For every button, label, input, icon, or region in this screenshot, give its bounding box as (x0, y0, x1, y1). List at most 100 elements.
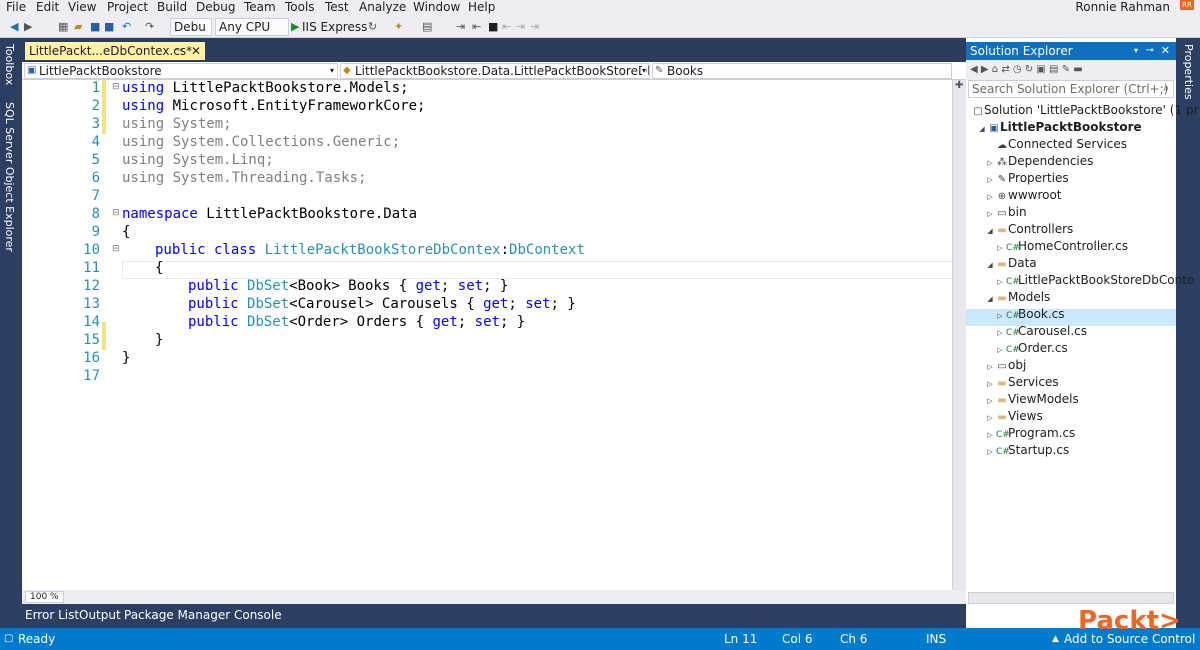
forward-icon[interactable]: ▶ (24, 19, 32, 35)
code-line[interactable]: using LittlePacktBookstore.Models; (122, 80, 409, 96)
document-tab[interactable]: LittlePackt...eDbContex.cs* ⊸ ✕ (25, 42, 205, 60)
bookmark-icon[interactable]: ■ (488, 19, 498, 35)
menu-build[interactable]: Build (157, 0, 187, 16)
home-icon[interactable]: ⌂ (992, 64, 998, 75)
properties-tab[interactable]: Properties (1182, 44, 1195, 100)
pin-icon[interactable]: ⊸ (175, 42, 183, 60)
collapse-icon[interactable]: ⊟ (112, 208, 120, 218)
forward-icon[interactable]: ▶ (981, 64, 989, 75)
menu-edit[interactable]: Edit (36, 0, 59, 16)
platform-select[interactable]: Any CPU (215, 18, 289, 36)
tree-item-book[interactable]: ▷ C#Book.cs (994, 306, 1064, 323)
code-line[interactable]: { (122, 224, 130, 240)
save-all-icon[interactable]: ■ (104, 19, 114, 35)
menu-analyze[interactable]: Analyze (359, 0, 406, 16)
tree-item-viewmodels[interactable]: ▷ ▬ViewModels (984, 391, 1078, 408)
tree-item-obj[interactable]: ▷ ▭obj (984, 357, 1026, 374)
sync-icon[interactable]: ⇄ (1001, 64, 1009, 75)
configuration-select[interactable]: Debu (170, 18, 212, 36)
tree-item-connected-services[interactable]: ☁Connected Services (996, 136, 1127, 153)
code-line[interactable]: public DbSet<Book> Books { get; set; } (188, 278, 508, 294)
member-dropdown[interactable]: ✎ Books (652, 63, 952, 79)
pin-icon[interactable]: ⊸ (1146, 42, 1154, 60)
tree-item-order[interactable]: ▷ C#Order.cs (994, 340, 1067, 357)
menu-test[interactable]: Test (325, 0, 349, 16)
type-dropdown[interactable]: ◆ LittlePacktBookstore.Data.LittlePacktB… (340, 63, 650, 79)
menu-project[interactable]: Project (107, 0, 148, 16)
code-line[interactable]: public class LittlePacktBookStoreDbConte… (155, 242, 585, 258)
code-line[interactable]: using Microsoft.EntityFrameworkCore; (122, 98, 425, 114)
wrench-icon[interactable]: ✎ (1062, 64, 1070, 75)
code-line[interactable]: using System.Threading.Tasks; (122, 170, 366, 186)
sql-server-object-explorer-tab[interactable]: SQL Server Object Explorer (3, 102, 16, 252)
toolbox-tab[interactable]: Toolbox (3, 44, 16, 85)
tree-item-carousel[interactable]: ▷ C#Carousel.cs (994, 323, 1087, 340)
project-dropdown[interactable]: ▣ LittlePacktBookstore ▾ (24, 63, 338, 79)
close-icon[interactable]: ✕ (1161, 42, 1170, 60)
code-line[interactable]: using System.Collections.Generic; (122, 134, 400, 150)
show-all-files-icon[interactable]: ▤ (1049, 64, 1058, 75)
back-icon[interactable]: ◀ (970, 64, 978, 75)
split-icon[interactable]: ✚ (955, 80, 963, 91)
code-line[interactable]: public DbSet<Order> Orders { get; set; } (188, 314, 525, 330)
run-icon[interactable]: ▶ (291, 19, 299, 35)
history-icon[interactable]: ◷ (1013, 64, 1022, 75)
open-folder-icon[interactable]: ▰ (74, 19, 82, 35)
solution-explorer-search-input[interactable]: Search Solution Explorer (Ctrl+;) ⌕ (968, 80, 1174, 98)
chevron-down-icon[interactable]: ▾ (1134, 42, 1138, 60)
code-line[interactable]: } (122, 350, 130, 366)
menu-tools[interactable]: Tools (285, 0, 315, 16)
collapsed-icon[interactable]: ▷ (984, 444, 996, 461)
tree-item-data[interactable]: ◢ ▬Data (984, 255, 1036, 272)
save-icon[interactable]: ■ (90, 19, 100, 35)
menu-team[interactable]: Team (244, 0, 276, 16)
tree-item-properties[interactable]: ▷ ✎ Properties (984, 170, 1068, 187)
tree-item-dependencies[interactable]: ▷ ⁂Dependencies (984, 153, 1093, 170)
menu-window[interactable]: Window (413, 0, 460, 16)
run-target-button[interactable]: IIS Express (302, 19, 367, 35)
user-icon[interactable]: RR (1180, 0, 1194, 10)
code-line[interactable]: namespace LittlePacktBookstore.Data (122, 206, 417, 222)
horizontal-scrollbar[interactable] (968, 592, 1174, 604)
back-icon[interactable]: ◀ (10, 19, 18, 35)
tree-item-project[interactable]: ◢ ▣LittlePacktBookstore (976, 119, 1141, 138)
bookmark-next-icon[interactable]: ⇥ (516, 19, 525, 35)
tree-item-program[interactable]: ▷ C#Program.cs (984, 425, 1075, 442)
user-name[interactable]: Ronnie Rahman (1075, 0, 1170, 16)
tab-package-manager-console[interactable]: Package Manager Console (124, 608, 282, 622)
tree-item-dbcontext[interactable]: ▷ C#LittlePacktBookStoreDbConte (994, 272, 1194, 289)
new-project-icon[interactable]: ▦ (58, 19, 68, 35)
bookmark-prev-icon[interactable]: ⇤ (502, 19, 511, 35)
refresh-icon[interactable]: ↻ (1025, 64, 1033, 75)
bookmark-clear-icon[interactable]: ⇥ (530, 19, 539, 35)
tab-output[interactable]: Output (79, 608, 121, 622)
code-line[interactable]: using System.Linq; (122, 152, 274, 168)
code-line[interactable]: using System; (122, 116, 232, 132)
close-icon[interactable]: ✕ (191, 42, 201, 60)
code-editor[interactable]: 1 2 3 4 5 6 7 8 9 10 11 12 13 14 15 16 1… (22, 80, 972, 590)
undo-icon[interactable]: ↶ (122, 19, 131, 35)
redo-icon[interactable]: ↷ (145, 19, 154, 35)
tree-item-bin[interactable]: ▷ ▭bin (984, 204, 1026, 221)
tree-item-controllers[interactable]: ◢ ▬Controllers (984, 221, 1073, 238)
tree-item-homecontroller[interactable]: ▷ C#HomeController.cs (994, 238, 1128, 255)
tree-item-models[interactable]: ◢ ▬Models (984, 289, 1050, 306)
indent-icon[interactable]: ⇥ (456, 19, 465, 35)
tab-error-list[interactable]: Error List (25, 608, 79, 622)
code-line[interactable]: } (155, 332, 163, 348)
navigate-icon[interactable]: ▤ (422, 19, 432, 35)
zoom-select[interactable]: 100 % (25, 591, 64, 603)
expanded-icon[interactable]: ◢ (976, 121, 988, 138)
preview-icon[interactable]: ▬ (1073, 64, 1082, 75)
tree-item-services[interactable]: ▷ ▬Services (984, 374, 1058, 391)
menu-help[interactable]: Help (468, 0, 495, 16)
refresh-icon[interactable]: ↻ (368, 19, 377, 35)
tree-item-views[interactable]: ▷ ▬Views (984, 408, 1042, 425)
collapse-icon[interactable]: ⊟ (112, 244, 120, 254)
code-line[interactable]: { (155, 260, 163, 276)
editor-vertical-scrollbar[interactable]: ✚ (952, 80, 966, 590)
tools-icon[interactable]: ✦ (394, 19, 403, 35)
tree-item-wwwroot[interactable]: ▷ ⊕ wwwroot (984, 187, 1061, 204)
collapse-icon[interactable]: ⊟ (112, 82, 120, 92)
outdent-icon[interactable]: ⇤ (472, 19, 481, 35)
